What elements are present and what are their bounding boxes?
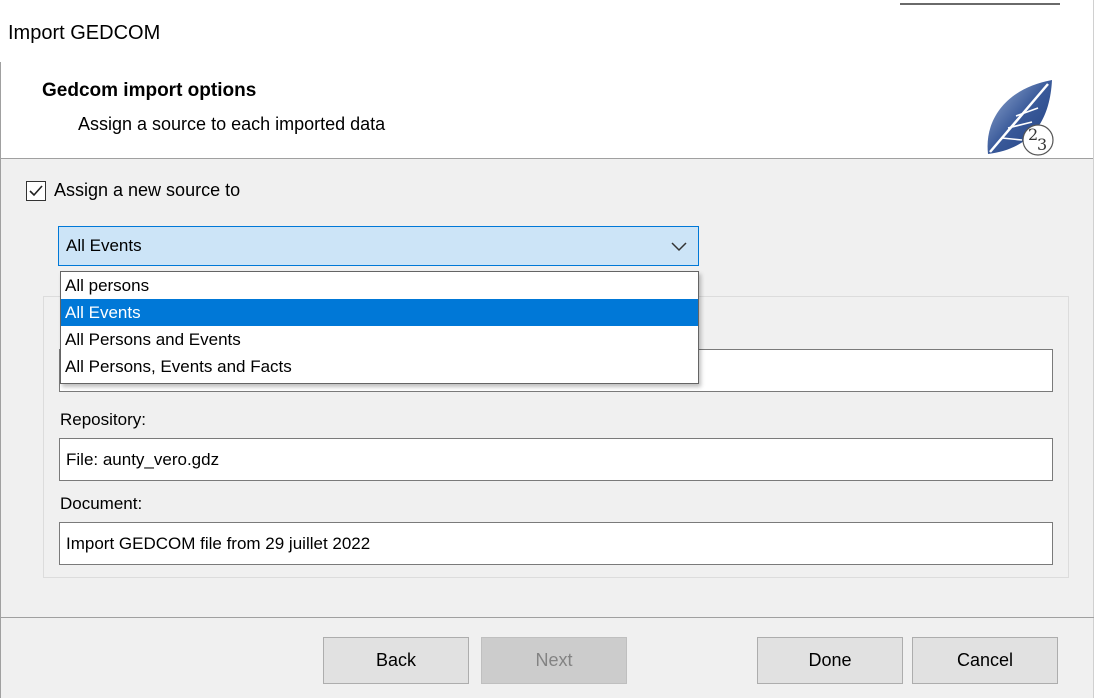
svg-text:3: 3 [1037, 135, 1047, 154]
assign-source-label: Assign a new source to [54, 180, 241, 200]
wizard-header: Gedcom import options Assign a source to… [0, 62, 1094, 159]
document-label: Document: [60, 494, 143, 513]
title-accent-line [900, 3, 1060, 5]
footer-separator [0, 617, 1094, 618]
dropdown-option[interactable]: All Persons and Events [61, 326, 698, 353]
assign-source-checkbox[interactable] [26, 180, 46, 201]
next-button[interactable]: Next [481, 637, 627, 684]
dropdown-option[interactable]: All persons [61, 272, 698, 299]
dropdown-option[interactable]: All Persons, Events and Facts [61, 353, 698, 380]
dropdown-option-selected[interactable]: All Events [61, 299, 698, 326]
window-title: Import GEDCOM [8, 22, 161, 44]
source-scope-dropdown-list: All persons All Events All Persons and E… [60, 271, 699, 384]
done-button[interactable]: Done [757, 637, 903, 684]
source-scope-select[interactable]: All Events [58, 226, 699, 266]
document-field[interactable]: Import GEDCOM file from 29 juillet 2022 [59, 522, 1053, 565]
window-left-border [0, 62, 1, 698]
leaf-23-logo-icon: 2 3 [987, 80, 1054, 156]
repository-label: Repository: [60, 410, 146, 429]
source-scope-value: All Events [66, 236, 142, 255]
back-button[interactable]: Back [323, 637, 469, 684]
title-bar: Import GEDCOM [0, 0, 1094, 62]
chevron-down-icon [671, 242, 687, 252]
page-title: Gedcom import options [42, 80, 257, 101]
cancel-button[interactable]: Cancel [912, 637, 1058, 684]
assign-source-option[interactable]: Assign a new source to [26, 180, 240, 201]
checkmark-icon [29, 184, 43, 196]
page-subtitle: Assign a source to each imported data [78, 114, 386, 134]
repository-field[interactable]: File: aunty_vero.gdz [59, 438, 1053, 481]
